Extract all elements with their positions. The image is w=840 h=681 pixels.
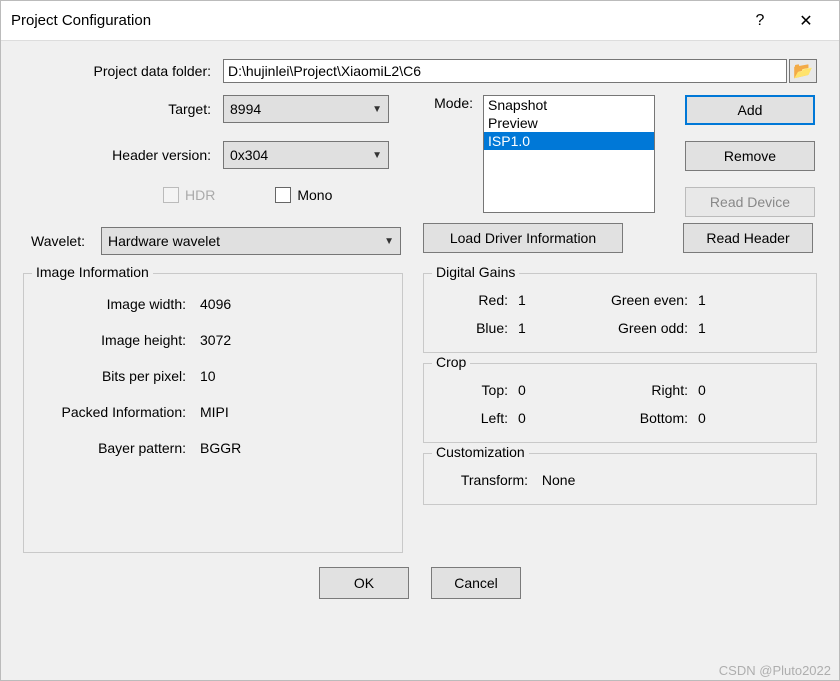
titlebar: Project Configuration ? ✕ [1,1,839,41]
chevron-down-icon: ▼ [384,236,394,247]
chevron-down-icon: ▼ [372,150,382,161]
digital-gains-legend: Digital Gains [432,264,519,280]
watermark: CSDN @Pluto2022 [719,663,831,678]
bayer-label: Bayer pattern: [40,440,200,456]
customization-legend: Customization [432,444,529,460]
mode-item[interactable]: ISP1.0 [484,132,654,150]
load-driver-button[interactable]: Load Driver Information [423,223,623,253]
bpp-value: 10 [200,368,386,384]
mode-item[interactable]: Snapshot [484,96,654,114]
image-info-group: Image Information Image width: 4096 Imag… [23,273,403,553]
mono-checkbox[interactable]: Mono [275,187,332,203]
green-even-label: Green even: [578,292,698,308]
header-version-value: 0x304 [230,147,268,163]
wavelet-row: Wavelet: Hardware wavelet ▼ Load Driver … [23,221,817,255]
crop-top-value: 0 [518,382,578,398]
green-odd-value: 1 [698,320,738,336]
crop-left-label: Left: [438,410,518,426]
target-label: Target: [23,101,223,117]
bayer-value: BGGR [200,440,386,456]
wavelet-label: Wavelet: [23,233,91,249]
image-width-value: 4096 [200,296,386,312]
dialog-window: Project Configuration ? ✕ Project data f… [0,0,840,681]
image-width-label: Image width: [40,296,200,312]
blue-label: Blue: [438,320,518,336]
target-combo[interactable]: 8994 ▼ [223,95,389,123]
project-folder-row: Project data folder: 📂 [23,59,817,83]
bpp-label: Bits per pixel: [40,368,200,384]
lower-section: Image Information Image width: 4096 Imag… [23,273,817,563]
remove-button[interactable]: Remove [685,141,815,171]
digital-gains-group: Digital Gains Red: 1 Green even: 1 Blue:… [423,273,817,353]
add-button[interactable]: Add [685,95,815,125]
packed-value: MIPI [200,404,386,420]
blue-value: 1 [518,320,578,336]
header-version-label: Header version: [23,147,223,163]
mono-label: Mono [297,187,332,203]
mode-listbox[interactable]: Snapshot Preview ISP1.0 [483,95,655,213]
crop-right-label: Right: [578,382,698,398]
crop-top-label: Top: [438,382,518,398]
mid-section: Target: 8994 ▼ Header version: 0x304 ▼ [23,95,817,221]
project-folder-label: Project data folder: [23,63,223,79]
header-version-combo[interactable]: 0x304 ▼ [223,141,389,169]
image-height-value: 3072 [200,332,386,348]
content-area: Project data folder: 📂 Target: 8994 ▼ He… [1,41,839,607]
image-info-legend: Image Information [32,264,153,280]
transform-value: None [542,472,575,488]
hdr-checkbox: HDR [163,187,215,203]
checkbox-box-icon [275,187,291,203]
close-button[interactable]: ✕ [783,6,829,36]
crop-group: Crop Top: 0 Right: 0 Left: 0 Bottom: 0 [423,363,817,443]
crop-legend: Crop [432,354,470,370]
checkbox-box-icon [163,187,179,203]
mode-item[interactable]: Preview [484,114,654,132]
mid-left-column: Target: 8994 ▼ Header version: 0x304 ▼ [23,95,423,221]
red-label: Red: [438,292,518,308]
customization-group: Customization Transform: None [423,453,817,505]
transform-label: Transform: [438,472,538,488]
window-title: Project Configuration [11,12,737,29]
image-height-label: Image height: [40,332,200,348]
project-folder-input[interactable] [223,59,787,83]
read-device-button: Read Device [685,187,815,217]
folder-open-icon: 📂 [793,61,813,81]
wavelet-value: Hardware wavelet [108,233,220,249]
red-value: 1 [518,292,578,308]
green-odd-label: Green odd: [578,320,698,336]
crop-right-value: 0 [698,382,738,398]
crop-bottom-value: 0 [698,410,738,426]
packed-label: Packed Information: [40,404,200,420]
target-value: 8994 [230,101,261,117]
dialog-footer: OK Cancel [23,567,817,599]
mode-label: Mode: [423,95,483,111]
mode-buttons-column: Add Remove Read Device [685,95,815,217]
wavelet-combo[interactable]: Hardware wavelet ▼ [101,227,401,255]
crop-bottom-label: Bottom: [578,410,698,426]
ok-button[interactable]: OK [319,567,409,599]
browse-folder-button[interactable]: 📂 [789,59,817,83]
read-header-button[interactable]: Read Header [683,223,813,253]
green-even-value: 1 [698,292,738,308]
chevron-down-icon: ▼ [372,104,382,115]
cancel-button[interactable]: Cancel [431,567,521,599]
mode-column: Mode: Snapshot Preview ISP1.0 [423,95,655,213]
hdr-label: HDR [185,187,215,203]
crop-left-value: 0 [518,410,578,426]
help-button[interactable]: ? [737,6,783,36]
